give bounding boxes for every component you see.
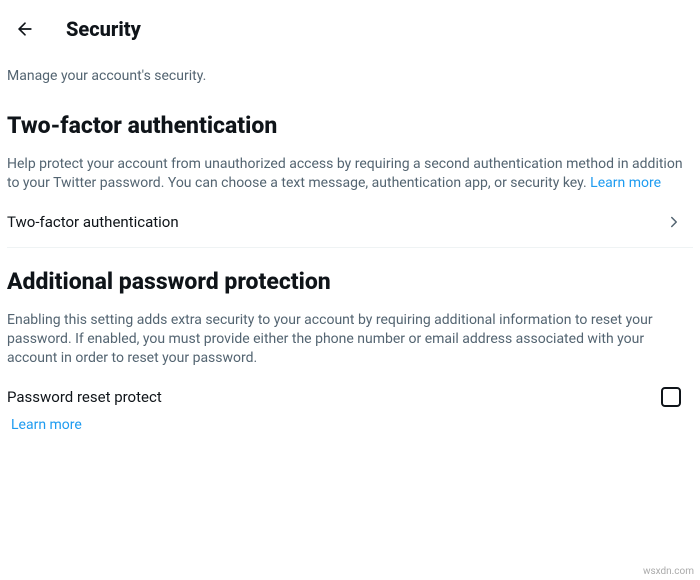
page-title: Security [66, 17, 141, 41]
password-reset-protect-row: Password reset protect [7, 371, 693, 409]
back-button[interactable] [8, 12, 42, 46]
two-factor-heading: Two-factor authentication [7, 92, 693, 149]
page-subtitle: Manage your account's security. [7, 58, 693, 92]
two-factor-learn-more-link[interactable]: Learn more [590, 175, 661, 191]
additional-protection-heading: Additional password protection [7, 248, 693, 305]
two-factor-row[interactable]: Two-factor authentication [7, 197, 693, 248]
page-header: Security [0, 0, 700, 58]
arrow-left-icon [15, 19, 35, 39]
password-reset-protect-checkbox[interactable] [661, 387, 681, 407]
two-factor-row-label: Two-factor authentication [7, 213, 179, 231]
additional-protection-learn-more-link[interactable]: Learn more [7, 409, 82, 433]
chevron-right-icon [665, 213, 683, 231]
two-factor-description-text: Help protect your account from unauthori… [7, 156, 683, 191]
watermark: wsxdn.com [643, 566, 694, 577]
password-reset-protect-label: Password reset protect [7, 388, 162, 406]
additional-protection-description: Enabling this setting adds extra securit… [7, 305, 693, 372]
content-area: Manage your account's security. Two-fact… [0, 58, 700, 433]
two-factor-description: Help protect your account from unauthori… [7, 149, 693, 197]
